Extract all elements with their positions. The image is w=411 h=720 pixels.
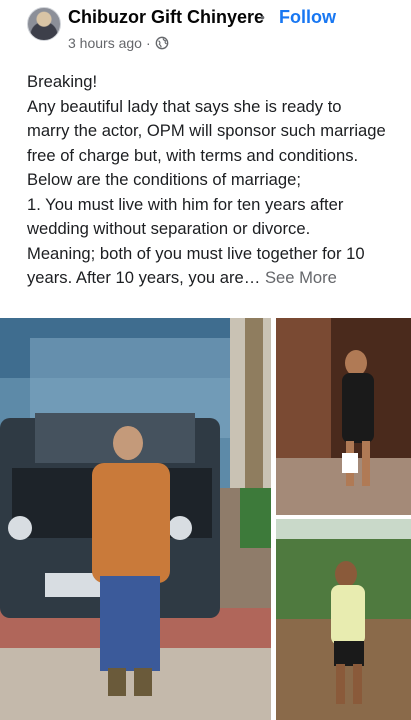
photo-grid [0,318,411,720]
author-name[interactable]: Chibuzor Gift Chinyere [68,7,264,28]
photo-woman-black-dress-image [276,318,411,515]
author-avatar[interactable] [27,7,61,41]
globe-icon [155,36,168,50]
see-more-link[interactable]: See More [265,268,337,287]
post-meta: 3 hours ago · [68,35,169,51]
follow-button[interactable]: Follow [279,7,336,28]
photo-man-with-suv[interactable] [0,318,271,720]
post-body: Breaking! Any beautiful lady that says s… [27,70,387,291]
post-header: Chibuzor Gift Chinyere • Follow 3 hours … [0,0,411,62]
meta-separator: · [145,35,151,51]
photo-woman-black-dress[interactable] [276,318,411,515]
photo-man-with-suv-image [0,318,271,720]
photo-woman-yellow-top[interactable] [276,519,411,720]
post-body-text: Breaking! Any beautiful lady that says s… [27,72,386,287]
post-time[interactable]: 3 hours ago [68,35,142,51]
photo-woman-yellow-top-image [276,519,411,720]
separator-dot: • [260,9,265,25]
